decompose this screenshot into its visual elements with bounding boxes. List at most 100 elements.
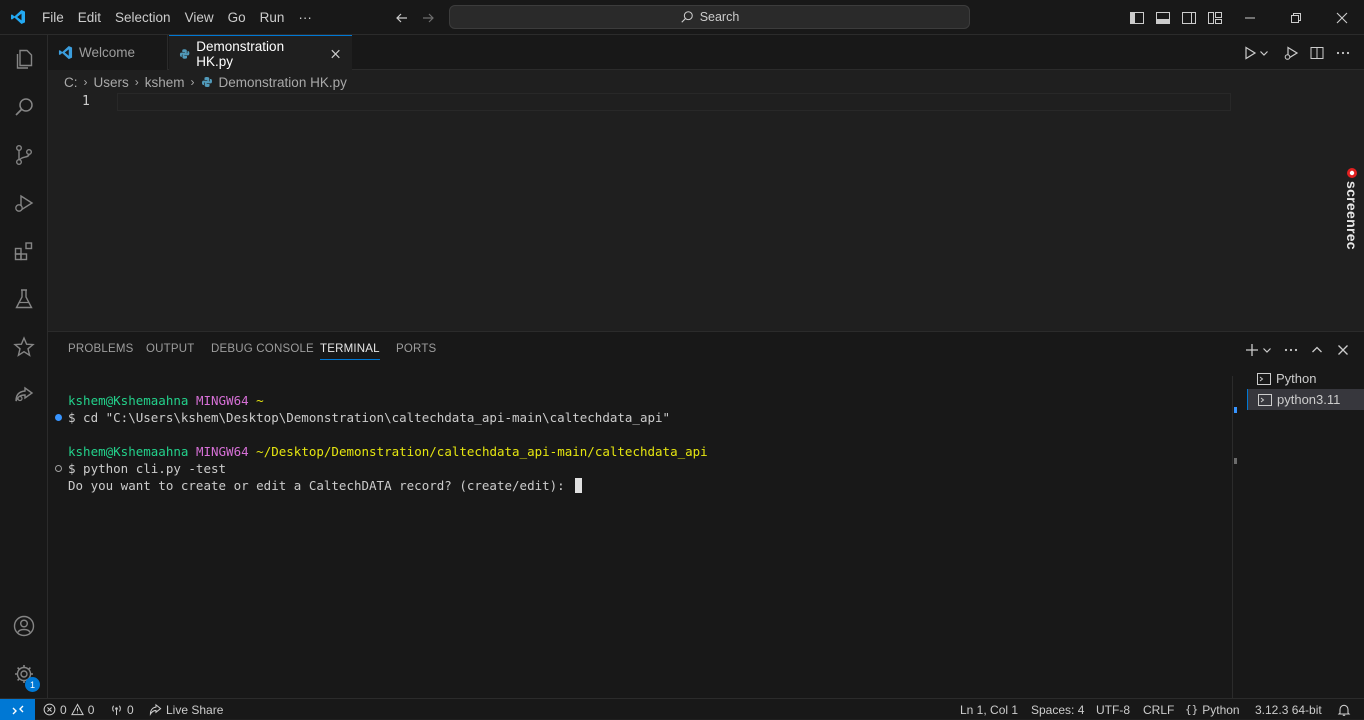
breadcrumb-file[interactable]: Demonstration HK.py (219, 75, 347, 90)
breadcrumb-users[interactable]: Users (94, 75, 129, 90)
python-file-icon (179, 48, 190, 59)
cursor-position-status[interactable]: Ln 1, Col 1 (960, 699, 1018, 720)
testing-flask-icon[interactable] (0, 275, 48, 323)
close-panel-icon[interactable] (1333, 340, 1353, 360)
terminal-path: ~ (256, 393, 264, 408)
toggle-primary-sidebar-icon[interactable] (1127, 8, 1147, 28)
menu-edit[interactable]: Edit (71, 0, 108, 35)
current-line-highlight[interactable] (117, 93, 1231, 111)
menu-go[interactable]: Go (221, 0, 253, 35)
close-window-icon[interactable] (1322, 0, 1362, 35)
tab-welcome-label: Welcome (79, 45, 136, 60)
encoding-status[interactable]: UTF-8 (1096, 699, 1130, 720)
toggle-secondary-sidebar-icon[interactable] (1179, 8, 1199, 28)
terminal-item-label: python3.11 (1277, 392, 1341, 407)
language-mode-status[interactable]: {} Python (1185, 699, 1240, 720)
remote-indicator-icon[interactable] (0, 699, 35, 720)
warning-icon (70, 703, 84, 716)
terminal-item-python311[interactable]: python3.11 (1247, 389, 1364, 410)
indentation-status[interactable]: Spaces: 4 (1031, 699, 1084, 720)
restore-icon[interactable] (1276, 0, 1316, 35)
forward-arrow-icon[interactable] (418, 8, 438, 28)
cursor-position: Ln 1, Col 1 (960, 702, 1019, 717)
menu-run[interactable]: Run (253, 0, 292, 35)
close-tab-icon[interactable] (329, 47, 342, 61)
run-dropdown-chevron-icon[interactable] (1258, 43, 1270, 63)
ports-status[interactable]: 0 (110, 699, 134, 720)
search-view-icon[interactable] (0, 83, 48, 131)
tab-demonstration-hk-py[interactable]: Demonstration HK.py (169, 35, 352, 71)
scrollbar-marker-gray (1234, 458, 1237, 464)
terminal-command-line: $ python cli.py -test (55, 460, 1228, 477)
terminal-scrollbar[interactable] (1232, 376, 1246, 699)
terminal-item-label: Python (1276, 371, 1317, 386)
scrollbar-marker-blue (1234, 407, 1237, 413)
menu-selection[interactable]: Selection (108, 0, 178, 35)
terminal-user: kshem@Kshemaahna (68, 444, 189, 459)
tab-welcome[interactable]: Welcome (48, 35, 168, 70)
extensions-icon[interactable] (0, 227, 48, 275)
new-terminal-plus-icon[interactable] (1242, 340, 1262, 360)
split-editor-icon[interactable] (1307, 43, 1327, 63)
terminal-command: $ python cli.py -test (68, 461, 227, 476)
panel-tab-terminal[interactable]: TERMINAL (320, 343, 380, 360)
toggle-panel-icon[interactable] (1153, 8, 1173, 28)
more-actions-icon[interactable] (1333, 43, 1353, 63)
terminal-prompt-line: kshem@Kshemaahna MINGW64 ~/Desktop/Demon… (68, 443, 1228, 460)
problems-status[interactable]: 0 0 (43, 699, 94, 720)
terminal-dropdown-chevron-icon[interactable] (1260, 340, 1274, 360)
terminal-item-python[interactable]: Python (1247, 368, 1364, 389)
terminal-output-line: Do you want to create or edit a CaltechD… (68, 477, 1228, 494)
panel-tab-problems[interactable]: PROBLEMS (68, 343, 134, 355)
python-interpreter-status[interactable]: 3.12.3 64-bit (1255, 699, 1322, 720)
terminal-path: ~/Desktop/Demonstration/caltechdata_api-… (256, 444, 708, 459)
python-interpreter: 3.12.3 64-bit (1255, 702, 1322, 717)
panel-tab-ports[interactable]: PORTS (396, 343, 436, 355)
debug-python-file-icon[interactable] (1281, 43, 1301, 63)
bottom-panel: PROBLEMS OUTPUT DEBUG CONSOLE TERMINAL P… (48, 331, 1364, 699)
maximize-panel-chevron-up-icon[interactable] (1307, 340, 1327, 360)
notifications-bell-icon[interactable] (1337, 699, 1351, 720)
menu-more[interactable]: ··· (291, 0, 319, 35)
run-debug-icon[interactable] (0, 179, 48, 227)
chevron-right-icon: › (190, 75, 195, 89)
panel-more-actions-icon[interactable] (1281, 340, 1301, 360)
minimize-icon[interactable] (1230, 0, 1270, 35)
braces-icon: {} (1185, 703, 1199, 716)
breadcrumb-drive[interactable]: C: (64, 75, 78, 90)
code-editor[interactable]: 1 screenrec (48, 93, 1364, 331)
run-python-file-icon[interactable] (1240, 43, 1260, 63)
source-control-icon[interactable] (0, 131, 48, 179)
ports-count: 0 (127, 702, 134, 717)
live-share-arrow-icon (149, 703, 162, 716)
settings-gear-icon[interactable]: 1 (0, 650, 48, 698)
menu-view[interactable]: View (178, 0, 221, 35)
menu-file[interactable]: File (35, 0, 71, 35)
back-arrow-icon[interactable] (392, 8, 412, 28)
python-file-icon (201, 77, 212, 87)
eol-status[interactable]: CRLF (1143, 699, 1174, 720)
settings-badge: 1 (25, 677, 40, 692)
screenrec-watermark: screenrec (1340, 165, 1364, 255)
live-share-label: Live Share (166, 702, 224, 717)
terminal-output[interactable]: kshem@Kshemaahna MINGW64 ~ $ cd "C:\User… (55, 392, 1228, 494)
accounts-icon[interactable] (0, 602, 48, 650)
command-running-circle-icon[interactable] (55, 465, 62, 472)
panel-tab-debug-console[interactable]: DEBUG CONSOLE (211, 343, 314, 355)
terminal-icon (1258, 393, 1272, 406)
live-share-status[interactable]: Live Share (149, 699, 223, 720)
language-mode: Python (1202, 702, 1240, 717)
breadcrumb-kshem[interactable]: kshem (145, 75, 185, 90)
command-center-search[interactable]: Search (449, 5, 970, 29)
terminal-prompt-line: kshem@Kshemaahna MINGW64 ~ (68, 392, 1228, 409)
command-success-dot-icon[interactable] (55, 414, 62, 421)
customize-layout-icon[interactable] (1205, 8, 1225, 28)
editor-tab-bar: Welcome Demonstration HK.py (48, 35, 1364, 71)
live-share-icon[interactable] (0, 371, 48, 419)
star-icon[interactable] (0, 323, 48, 371)
line-number: 1 (82, 94, 90, 109)
encoding: UTF-8 (1096, 702, 1130, 717)
terminal-tabs-list: Python python3.11 (1247, 368, 1364, 410)
explorer-icon[interactable] (0, 35, 48, 83)
panel-tab-output[interactable]: OUTPUT (146, 343, 194, 355)
